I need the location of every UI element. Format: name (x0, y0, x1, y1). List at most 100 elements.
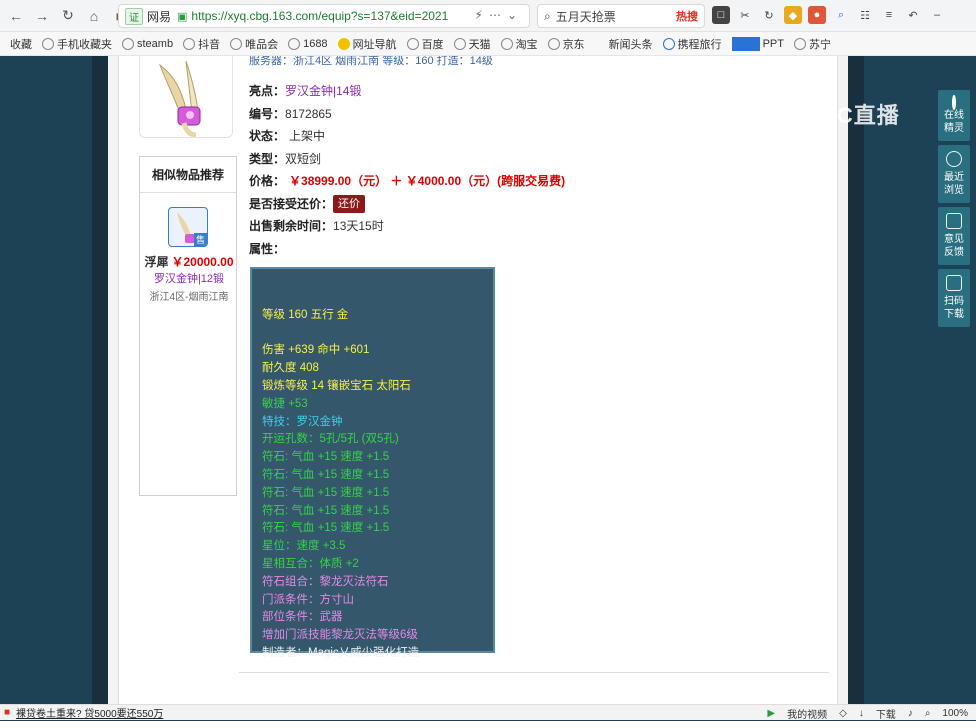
scissors-icon[interactable]: ✂ (736, 6, 754, 24)
globe-icon (793, 37, 806, 50)
home-icon[interactable]: ⌂ (84, 6, 104, 26)
bookmark-label: PPT (762, 37, 784, 50)
status-value: 上架中 (289, 129, 326, 143)
apps-icon[interactable]: ☷ (856, 6, 874, 24)
bookmark-item[interactable]: 天猫 (453, 36, 491, 52)
menu-icon[interactable]: ≡ (880, 6, 898, 24)
section-divider (239, 672, 829, 673)
bookmark-item[interactable]: 收藏 (10, 36, 32, 52)
similar-item-thumb[interactable]: 售 (168, 207, 208, 247)
similar-item-price[interactable]: 浮犀 ￥20000.00 (140, 253, 238, 270)
bookmark-item[interactable]: 京东 (547, 36, 585, 52)
attribute-line: 等级 160 五行 金 (262, 308, 349, 321)
url-actions-icon[interactable]: ⚡⋯⌄ (475, 8, 523, 22)
field-type: 类型：双短剑 (249, 148, 719, 171)
scan-icon (946, 275, 962, 291)
bookmark-item[interactable]: 百度 (406, 36, 444, 52)
bookmark-item[interactable]: 网址导航 (337, 36, 397, 52)
forward-icon[interactable]: → (32, 6, 52, 26)
status-right: ▶ 我的视频 ◇ ↓ 下载 ♪ ⌕ 100% (767, 706, 968, 721)
attribute-line: 开运孔数：5孔/5孔 (双5孔) (262, 433, 399, 446)
equip-fields: 亮点：罗汉金钟|14锻 编号：8172865 状态： 上架中 类型：双短剑 价格：… (249, 80, 719, 260)
field-label: 类型： (249, 151, 286, 166)
field-id: 编号：8172865 (249, 103, 719, 126)
price-value: ￥20000.00 (171, 255, 234, 269)
bookmark-item[interactable]: PPT (731, 36, 784, 51)
recent-browse-button[interactable]: 最近浏览 (938, 145, 970, 203)
offer-button[interactable]: 还价 (333, 195, 366, 214)
field-remaining: 出售剩余时间：13天15时 (249, 215, 719, 238)
reload-icon[interactable]: ↻ (58, 6, 78, 26)
bookmark-label: 1688 (303, 37, 328, 50)
similar-item-subtitle[interactable]: 罗汉金钟|12锻 (140, 270, 238, 286)
undo-icon[interactable]: ↶ (904, 6, 922, 24)
sound-icon[interactable]: ♪ (908, 708, 913, 719)
id-value: 8172865 (285, 106, 332, 121)
feedback-button[interactable]: 意见反馈 (938, 207, 970, 265)
toolbar-right-icons: □ ✂ ↻ ◆ ● ⌕ ☷ ≡ ↶ ‒ (712, 6, 946, 24)
globe-icon (337, 37, 350, 50)
globe-icon (547, 37, 560, 50)
field-price: 价格： ￥38999.00（元） ＋ ￥4000.00（元）(跨服交易费) (249, 170, 719, 193)
attribute-box: 等级 160 五行 金伤害 +639 命中 +601 耐久度 408 锻炼等级 14… (250, 267, 495, 659)
attribute-line: 符石: 气血 +15 速度 +1.5 (262, 486, 390, 499)
zoom-level[interactable]: 100% (942, 708, 968, 719)
reading-icon[interactable]: □ (712, 6, 730, 24)
attribute-line: 符石: 气血 +15 速度 +1.5 (262, 522, 390, 535)
bookmark-label: 苏宁 (808, 38, 831, 51)
back-icon[interactable]: ← (6, 6, 26, 26)
game-icon[interactable]: ● (808, 6, 826, 24)
bookmark-item[interactable]: 淘宝 (500, 36, 538, 52)
address-bar[interactable]: 证 网易 ▣ https://xyq.cbg.163.com/equip?s=1… (118, 4, 530, 28)
bookmark-item[interactable]: 抖音 (183, 36, 220, 52)
bookmark-item[interactable]: steamb (122, 37, 173, 50)
seller-name: 浮犀 (144, 255, 169, 269)
ad-link[interactable]: 裸贷卷土重来? 贷5000要还550万 (16, 705, 163, 720)
page-frame: 服务器：浙江4区 烟雨江南 等级：160 打造：14级 相似物品推荐 售 浮犀 … (108, 56, 848, 704)
bookmark-item[interactable]: 新闻头条 (609, 36, 653, 52)
attribute-line: 符石: 气血 +15 速度 +1.5 (262, 504, 390, 517)
field-status: 状态： 上架中 (249, 125, 719, 148)
bookmarks-bar: 收藏 手机收藏夹 steamb 抖音 唯品会 1688 网址导航 百度 天猫 淘… (0, 32, 976, 56)
online-assistant-button[interactable]: 在线精灵 (938, 90, 970, 141)
search-box[interactable]: ⌕ 五月天抢票 热搜 (537, 4, 705, 28)
attribute-line (262, 325, 483, 343)
type-value: 双短剑 (285, 151, 322, 166)
bookmark-label: 百度 (421, 38, 444, 51)
bookmark-item[interactable]: 苏宁 (793, 36, 831, 52)
my-video-label[interactable]: 我的视频 (787, 706, 827, 721)
bookmark-item[interactable]: 1688 (288, 37, 328, 50)
download-icon[interactable]: ↓ (859, 708, 864, 719)
globe-icon (406, 37, 419, 50)
dagger-icon (158, 60, 201, 137)
watermark-logo: CC直播 (820, 103, 900, 128)
video-icon[interactable]: ▶ (767, 708, 775, 719)
bookmark-label: 唯品会 (245, 38, 279, 51)
hot-search-label[interactable]: 热搜 (676, 8, 698, 24)
refresh-icon[interactable]: ↻ (760, 6, 778, 24)
download-label[interactable]: 下载 (876, 706, 896, 721)
attribute-line: 耐久度 408 (262, 362, 319, 375)
minimize-icon[interactable]: ‒ (928, 6, 946, 24)
globe-icon (288, 37, 301, 50)
search-text[interactable]: 五月天抢票 (556, 8, 616, 25)
similar-item-server: 浙江4区-烟雨江南 (149, 292, 229, 303)
url-text[interactable]: https://xyq.cbg.163.com/equip?s=137&eid=… (191, 9, 461, 23)
bookmark-label: 天猫 (468, 38, 491, 51)
attribute-line: 星相互合：体质 +2 (262, 557, 359, 570)
similar-title: 相似物品推荐 (140, 157, 236, 193)
feedback-label: 意见反馈 (944, 234, 964, 258)
attribute-line: 伤害 +639 命中 +601 (262, 344, 370, 357)
scan-download-button[interactable]: 扫码下载 (938, 269, 970, 327)
magnifier-icon[interactable]: ⌕ (832, 6, 850, 24)
bookmark-item[interactable]: 手机收藏夹 (42, 36, 112, 52)
scan-label: 扫码下载 (944, 296, 964, 320)
zoom-icon[interactable]: ⌕ (925, 708, 931, 719)
site-name: 网易 (147, 9, 172, 24)
bookmark-item[interactable]: 唯品会 (230, 36, 278, 52)
bookmark-label: 抖音 (198, 38, 221, 51)
bookmark-item[interactable]: 携程旅行 (662, 36, 722, 52)
shield-status-icon[interactable]: ◇ (839, 708, 847, 719)
shield-icon[interactable]: ◆ (784, 6, 802, 24)
ctrip-icon (662, 37, 675, 50)
